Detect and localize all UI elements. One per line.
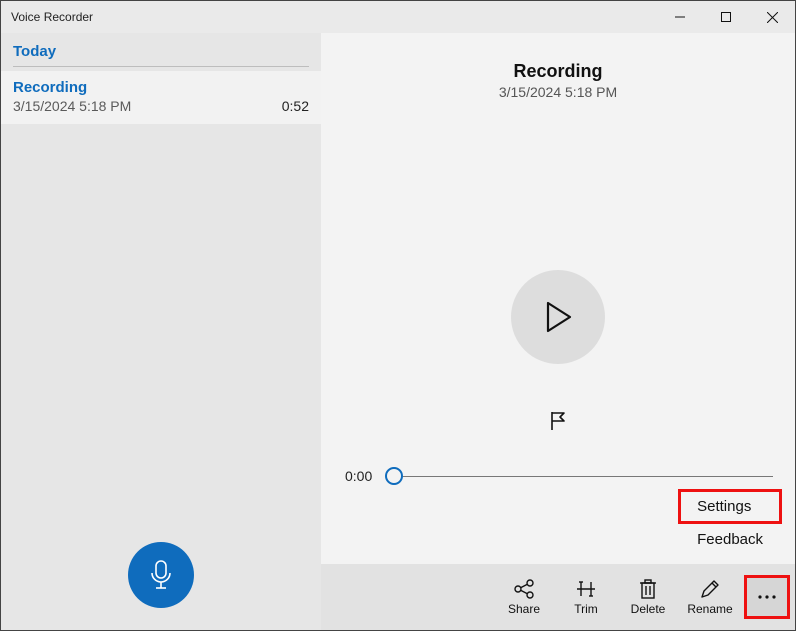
share-icon: [513, 578, 535, 600]
trim-icon: [575, 578, 597, 600]
toolbar: Share Trim: [321, 564, 795, 630]
titlebar: Voice Recorder: [1, 1, 795, 33]
play-button[interactable]: [511, 270, 605, 364]
recording-title: Recording: [13, 79, 309, 96]
microphone-icon: [148, 560, 174, 590]
detail-title: Recording: [321, 61, 795, 82]
detail-date: 3/15/2024 5:18 PM: [321, 84, 795, 100]
seek-current-time: 0:00: [345, 468, 372, 484]
divider: [13, 66, 309, 67]
more-icon: [758, 595, 776, 599]
more-menu: Settings Feedback: [679, 490, 781, 556]
flag-button[interactable]: [548, 410, 568, 432]
minimize-button[interactable]: [657, 1, 703, 33]
delete-button[interactable]: Delete: [619, 568, 677, 626]
more-button[interactable]: [745, 576, 789, 618]
flag-icon: [549, 411, 567, 431]
trim-label: Trim: [574, 602, 598, 616]
detail-header: Recording 3/15/2024 5:18 PM: [321, 33, 795, 100]
app-body: Today Recording 3/15/2024 5:18 PM 0:52: [1, 33, 795, 630]
pencil-icon: [699, 578, 721, 600]
delete-label: Delete: [631, 602, 666, 616]
menu-item-feedback[interactable]: Feedback: [679, 523, 781, 556]
recording-duration: 0:52: [282, 98, 309, 114]
rename-label: Rename: [687, 602, 732, 616]
seek-thumb[interactable]: [385, 467, 403, 485]
close-button[interactable]: [749, 1, 795, 33]
maximize-icon: [721, 12, 731, 22]
seek-track[interactable]: [382, 466, 773, 486]
record-button[interactable]: [128, 542, 194, 608]
detail-pane: Recording 3/15/2024 5:18 PM 0:00: [321, 33, 795, 630]
app-title: Voice Recorder: [1, 10, 93, 24]
recording-date: 3/15/2024 5:18 PM: [13, 98, 131, 114]
app-window: Voice Recorder Today Recording 3/15/2024…: [0, 0, 796, 631]
minimize-icon: [675, 12, 685, 22]
maximize-button[interactable]: [703, 1, 749, 33]
share-label: Share: [508, 602, 540, 616]
trim-button[interactable]: Trim: [557, 568, 615, 626]
share-button[interactable]: Share: [495, 568, 553, 626]
rename-button[interactable]: Rename: [681, 568, 739, 626]
section-header-today: Today: [1, 33, 321, 66]
trash-icon: [638, 578, 658, 600]
seek-bar: 0:00: [321, 466, 795, 486]
recording-list-item[interactable]: Recording 3/15/2024 5:18 PM 0:52: [1, 71, 321, 124]
play-icon: [544, 301, 572, 333]
close-icon: [767, 12, 778, 23]
menu-item-settings[interactable]: Settings: [679, 490, 781, 523]
sidebar: Today Recording 3/15/2024 5:18 PM 0:52: [1, 33, 321, 630]
